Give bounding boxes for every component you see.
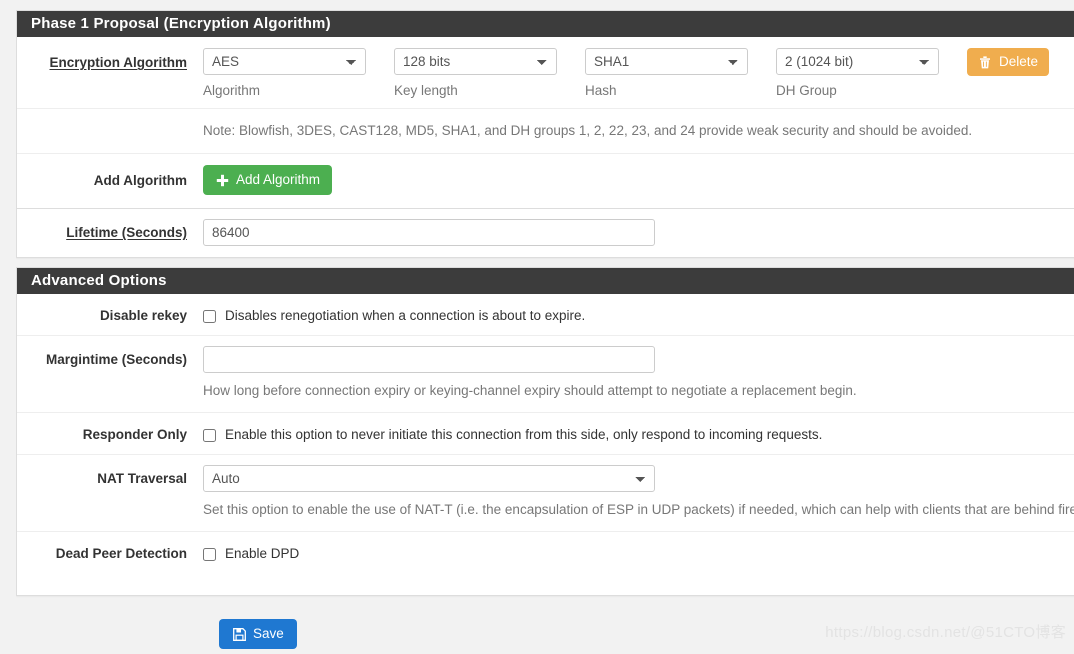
row-encryption-algorithm: Encryption Algorithm AES Algorithm 128 b… — [17, 37, 1074, 109]
enable-dpd-checkbox-label[interactable]: Enable DPD — [225, 546, 299, 562]
dh-group-column: 2 (1024 bit) DH Group — [776, 48, 939, 99]
margintime-help-text: How long before connection expiry or key… — [203, 383, 857, 398]
algorithm-select[interactable]: AES — [203, 48, 366, 75]
plus-icon — [215, 173, 229, 187]
label-responder-only: Responder Only — [82, 427, 187, 442]
label-lifetime: Lifetime (Seconds) — [66, 225, 187, 240]
top-strip — [0, 0, 1074, 6]
disable-rekey-container: Disables renegotiation when a connection… — [203, 304, 1074, 324]
label-nat-traversal: NAT Traversal — [97, 471, 187, 486]
hash-select[interactable]: SHA1 — [585, 48, 748, 75]
panel-bottom-spacer — [17, 573, 1074, 595]
delete-button-label: Delete — [999, 54, 1039, 69]
page-root: Phase 1 Proposal (Encryption Algorithm) … — [0, 0, 1074, 654]
trash-icon — [978, 55, 992, 69]
algorithm-field-grid: AES Algorithm 128 bits Key length SHA1 H… — [203, 48, 1074, 99]
nat-traversal-help-text: Set this option to enable the use of NAT… — [203, 502, 1074, 517]
lifetime-panel-body: Lifetime (Seconds) — [17, 209, 1074, 257]
weak-security-note: Note: Blowfish, 3DES, CAST128, MD5, SHA1… — [203, 123, 973, 138]
responder-only-checkbox[interactable] — [203, 428, 216, 442]
label-margintime: Margintime (Seconds) — [45, 352, 187, 367]
row-dead-peer-detection: Dead Peer Detection Enable DPD — [17, 532, 1074, 573]
floppy-disk-icon — [232, 627, 246, 641]
dh-group-select[interactable]: 2 (1024 bit) — [776, 48, 939, 75]
row-margintime: Margintime (Seconds) How long before con… — [17, 336, 1074, 413]
margintime-container: How long before connection expiry or key… — [203, 346, 1074, 401]
responder-only-checkbox-line: Enable this option to never initiate thi… — [203, 423, 1074, 443]
advanced-options-panel: Advanced Options Disable rekey Disables … — [16, 267, 1074, 596]
lifetime-input[interactable] — [203, 219, 655, 246]
row-nat-traversal: NAT Traversal Auto Set this option to en… — [17, 455, 1074, 532]
row-add-algorithm: Add Algorithm Add Algorithm — [17, 154, 1074, 208]
key-length-caption: Key length — [394, 83, 458, 98]
phase1-proposal-heading: Phase 1 Proposal (Encryption Algorithm) — [17, 11, 1074, 37]
phase1-proposal-body: Encryption Algorithm AES Algorithm 128 b… — [17, 37, 1074, 208]
algorithm-caption: Algorithm — [203, 83, 261, 98]
save-button[interactable]: Save — [219, 619, 297, 649]
nat-traversal-container: Auto Set this option to enable the use o… — [203, 465, 1074, 520]
delete-column: Delete — [967, 48, 1050, 76]
add-algorithm-button-label: Add Algorithm — [236, 172, 321, 187]
lifetime-panel: Lifetime (Seconds) — [16, 208, 1074, 258]
responder-only-checkbox-label[interactable]: Enable this option to never initiate thi… — [225, 427, 822, 443]
key-length-column: 128 bits Key length — [394, 48, 557, 99]
dead-peer-detection-container: Enable DPD — [203, 542, 1074, 562]
note-label-spacer — [17, 122, 203, 129]
nat-traversal-select[interactable]: Auto — [203, 465, 655, 492]
advanced-options-body: Disable rekey Disables renegotiation whe… — [17, 294, 1074, 595]
disable-rekey-checkbox-label[interactable]: Disables renegotiation when a connection… — [225, 308, 585, 324]
dh-group-caption: DH Group — [776, 83, 837, 98]
dead-peer-detection-checkbox-line: Enable DPD — [203, 542, 1074, 562]
footer-actions: Save — [219, 619, 297, 649]
hash-caption: Hash — [585, 83, 617, 98]
phase1-proposal-panel: Phase 1 Proposal (Encryption Algorithm) … — [16, 10, 1074, 209]
delete-button[interactable]: Delete — [967, 48, 1050, 76]
row-lifetime: Lifetime (Seconds) — [17, 209, 1074, 257]
label-dead-peer-detection: Dead Peer Detection — [55, 546, 187, 561]
label-encryption-algorithm: Encryption Algorithm — [49, 55, 188, 70]
advanced-options-heading: Advanced Options — [17, 268, 1074, 294]
row-weak-security-note: Note: Blowfish, 3DES, CAST128, MD5, SHA1… — [17, 109, 1074, 154]
algorithm-column: AES Algorithm — [203, 48, 366, 99]
responder-only-container: Enable this option to never initiate thi… — [203, 423, 1074, 443]
label-add-algorithm: Add Algorithm — [93, 173, 187, 188]
enable-dpd-checkbox[interactable] — [203, 547, 216, 561]
add-algorithm-container: Add Algorithm — [203, 165, 1074, 195]
margintime-input[interactable] — [203, 346, 655, 373]
encryption-algorithm-controls: AES Algorithm 128 bits Key length SHA1 H… — [203, 48, 1074, 99]
label-disable-rekey: Disable rekey — [99, 308, 187, 323]
watermark: https://blog.csdn.net/@51CTO博客 — [825, 624, 1066, 641]
row-responder-only: Responder Only Enable this option to nev… — [17, 413, 1074, 455]
disable-rekey-checkbox-line: Disables renegotiation when a connection… — [203, 304, 1074, 324]
hash-column: SHA1 Hash — [585, 48, 748, 99]
note-container: Note: Blowfish, 3DES, CAST128, MD5, SHA1… — [203, 122, 1074, 140]
disable-rekey-checkbox[interactable] — [203, 309, 216, 323]
save-button-label: Save — [253, 626, 284, 641]
left-gutter — [0, 0, 16, 654]
key-length-select[interactable]: 128 bits — [394, 48, 557, 75]
row-disable-rekey: Disable rekey Disables renegotiation whe… — [17, 294, 1074, 336]
add-algorithm-button[interactable]: Add Algorithm — [203, 165, 333, 195]
lifetime-container — [203, 219, 1074, 246]
